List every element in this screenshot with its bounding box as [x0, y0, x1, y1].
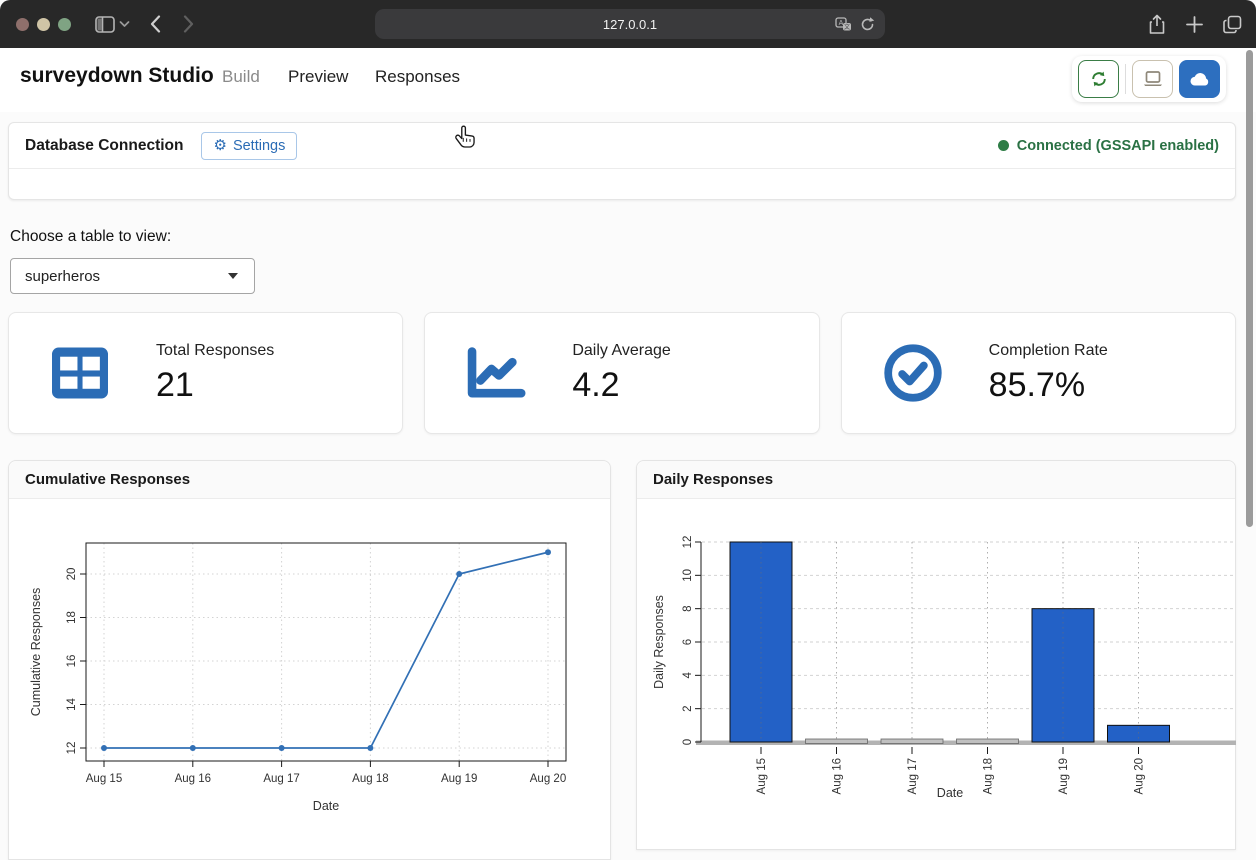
chart-line-icon: [465, 344, 527, 402]
svg-text:18: 18: [66, 611, 78, 624]
select-caret-icon: [228, 273, 238, 279]
address-bar[interactable]: 127.0.0.1 A文: [375, 9, 885, 39]
svg-text:Aug 19: Aug 19: [441, 773, 477, 785]
tab-overview-icon[interactable]: [1223, 15, 1242, 34]
stat-label: Daily Average: [572, 342, 670, 360]
gear-icon: ⚙: [213, 138, 226, 153]
forward-icon[interactable]: [183, 15, 194, 33]
refresh-button[interactable]: [1078, 60, 1119, 98]
svg-text:6: 6: [682, 639, 694, 645]
chevron-down-icon[interactable]: [119, 20, 130, 28]
stat-card-completion-rate: Completion Rate 85.7%: [841, 312, 1236, 434]
cumulative-responses-chart: 12 14 16 18 20 Aug 15 Aug 16 Aug 17 Aug 18 Aug 19…: [13, 501, 613, 821]
header-action-group: [1072, 56, 1226, 102]
minimize-window-button[interactable]: [37, 18, 50, 31]
stat-value: 85.7%: [989, 366, 1108, 405]
deploy-cloud-button[interactable]: [1179, 60, 1220, 98]
svg-text:14: 14: [66, 698, 78, 711]
refresh-icon: [1089, 69, 1109, 89]
stat-value: 21: [156, 366, 274, 405]
stat-label: Total Responses: [156, 342, 274, 360]
svg-text:Date: Date: [937, 786, 963, 800]
stat-card-daily-average: Daily Average 4.2: [424, 312, 819, 434]
connection-status-text: Connected (GSSAPI enabled): [1017, 138, 1219, 154]
settings-button-label: Settings: [233, 138, 285, 154]
svg-text:Aug 17: Aug 17: [907, 758, 919, 794]
database-connection-card: Database Connection ⚙ Settings Connected…: [8, 122, 1236, 200]
stat-card-total-responses: Total Responses 21: [8, 312, 403, 434]
preview-on-device-button[interactable]: [1132, 60, 1173, 98]
check-circle-icon: [882, 342, 944, 404]
translate-icon[interactable]: A文: [835, 17, 852, 32]
svg-text:8: 8: [682, 605, 694, 611]
table-chooser-label: Choose a table to view:: [10, 228, 171, 246]
zoom-window-button[interactable]: [58, 18, 71, 31]
database-connection-title: Database Connection: [25, 137, 183, 155]
svg-text:0: 0: [682, 739, 694, 745]
stats-row: Total Responses 21 Daily Average 4.2 Com…: [8, 312, 1236, 434]
svg-text:4: 4: [682, 672, 694, 679]
browser-titlebar: 127.0.0.1 A文: [0, 0, 1256, 48]
new-tab-icon[interactable]: [1186, 16, 1203, 33]
scrollbar-thumb[interactable]: [1246, 50, 1253, 527]
stat-value: 4.2: [572, 366, 670, 405]
reload-icon[interactable]: [860, 16, 875, 32]
svg-text:Aug 16: Aug 16: [175, 773, 211, 785]
traffic-lights: [16, 18, 71, 31]
daily-chart-title: Daily Responses: [637, 461, 1235, 499]
svg-text:Aug 15: Aug 15: [756, 758, 768, 794]
app-title: surveydown Studio: [20, 64, 214, 88]
svg-text:10: 10: [682, 569, 694, 582]
header-action-divider: [1125, 64, 1126, 94]
connection-status: Connected (GSSAPI enabled): [998, 138, 1219, 154]
back-icon[interactable]: [150, 15, 161, 33]
daily-responses-card: Daily Responses 0 2 4 6 8 10 12 Aug 15 Aug 16 Aug…: [636, 460, 1236, 850]
svg-text:Aug 17: Aug 17: [263, 773, 299, 785]
svg-text:Aug 16: Aug 16: [832, 758, 844, 794]
table-icon: [49, 345, 111, 401]
tab-build[interactable]: Build: [222, 67, 260, 87]
settings-button[interactable]: ⚙ Settings: [201, 132, 297, 160]
url-text: 127.0.0.1: [603, 17, 657, 32]
svg-text:12: 12: [682, 536, 694, 549]
status-dot-icon: [998, 140, 1009, 151]
cumulative-responses-card: Cumulative Responses 12 14 16 18 20 Aug 15 Aug…: [8, 460, 611, 860]
svg-text:Date: Date: [313, 799, 339, 813]
svg-text:16: 16: [66, 655, 78, 668]
tab-preview[interactable]: Preview: [288, 67, 348, 87]
laptop-icon: [1142, 70, 1164, 88]
svg-text:文: 文: [844, 22, 850, 30]
app-header: surveydown Studio Build Preview Response…: [0, 48, 1256, 112]
table-select-value: superheros: [25, 268, 100, 285]
svg-text:Aug 19: Aug 19: [1058, 758, 1070, 794]
svg-text:2: 2: [682, 705, 694, 711]
cumulative-chart-title: Cumulative Responses: [9, 461, 610, 499]
stat-label: Completion Rate: [989, 342, 1108, 360]
daily-responses-chart: 0 2 4 6 8 10 12 Aug 15 Aug 16 Aug 17 Aug 18 Aug 19 A…: [649, 506, 1237, 821]
svg-text:Aug 20: Aug 20: [1134, 758, 1146, 794]
tab-responses[interactable]: Responses: [375, 67, 460, 87]
svg-text:20: 20: [66, 568, 78, 581]
cloud-icon: [1188, 69, 1212, 89]
svg-text:Aug 20: Aug 20: [530, 773, 566, 785]
share-icon[interactable]: [1148, 14, 1166, 35]
svg-text:Daily Responses: Daily Responses: [652, 595, 666, 689]
table-select-dropdown[interactable]: superheros: [10, 258, 255, 294]
svg-text:A: A: [839, 20, 844, 27]
svg-text:Aug 15: Aug 15: [86, 773, 122, 785]
svg-text:12: 12: [66, 742, 78, 755]
svg-text:Aug 18: Aug 18: [983, 758, 995, 794]
close-window-button[interactable]: [16, 18, 29, 31]
svg-text:Cumulative Responses: Cumulative Responses: [29, 588, 43, 717]
sidebar-toggle-icon[interactable]: [95, 16, 115, 33]
svg-text:Aug 18: Aug 18: [352, 773, 388, 785]
